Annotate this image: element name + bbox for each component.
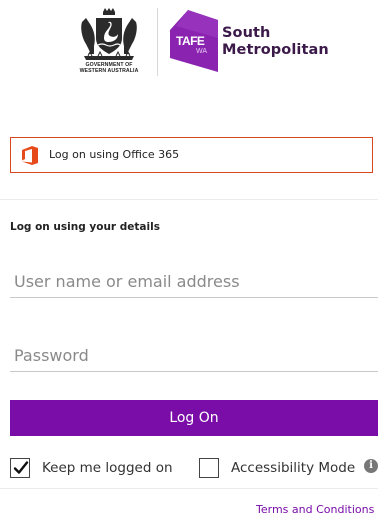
login-details-heading: Log on using your details bbox=[10, 221, 160, 233]
keep-logged-on-label: Keep me logged on bbox=[42, 460, 173, 476]
office-365-login-button[interactable]: Log on using Office 365 bbox=[10, 137, 373, 173]
keep-logged-on-checkbox[interactable]: Keep me logged on bbox=[10, 458, 180, 480]
logo-header: GOVERNMENT OF WESTERN AUSTRALIA TAFE WA … bbox=[0, 0, 378, 90]
password-input[interactable] bbox=[10, 340, 378, 372]
log-on-button[interactable]: Log On bbox=[10, 400, 378, 436]
office-365-login-label: Log on using Office 365 bbox=[49, 148, 180, 161]
checkmark-icon bbox=[13, 461, 29, 474]
logo-divider bbox=[157, 8, 158, 76]
terms-and-conditions-link[interactable]: Terms and Conditions bbox=[256, 503, 374, 516]
accessibility-mode-box[interactable] bbox=[199, 458, 219, 478]
government-line-2: WESTERN AUSTRALIA bbox=[79, 68, 139, 74]
accessibility-mode-label: Accessibility Mode bbox=[231, 460, 356, 476]
brand-name-line-1: South bbox=[222, 25, 271, 41]
brand-name-line-2: Metropolitan bbox=[222, 42, 329, 58]
username-input[interactable] bbox=[10, 266, 378, 298]
keep-logged-on-box[interactable] bbox=[10, 458, 30, 478]
office-365-icon bbox=[22, 146, 38, 165]
tafe-badge-sub: WA bbox=[196, 48, 208, 55]
section-divider bbox=[0, 199, 378, 200]
tafe-badge-word: TAFE bbox=[176, 34, 205, 48]
government-wordmark: GOVERNMENT OF WESTERN AUSTRALIA bbox=[70, 62, 148, 74]
accessibility-mode-checkbox[interactable]: Accessibility Mode bbox=[199, 458, 356, 480]
info-icon[interactable]: i bbox=[364, 459, 378, 473]
footer-divider bbox=[0, 488, 378, 489]
